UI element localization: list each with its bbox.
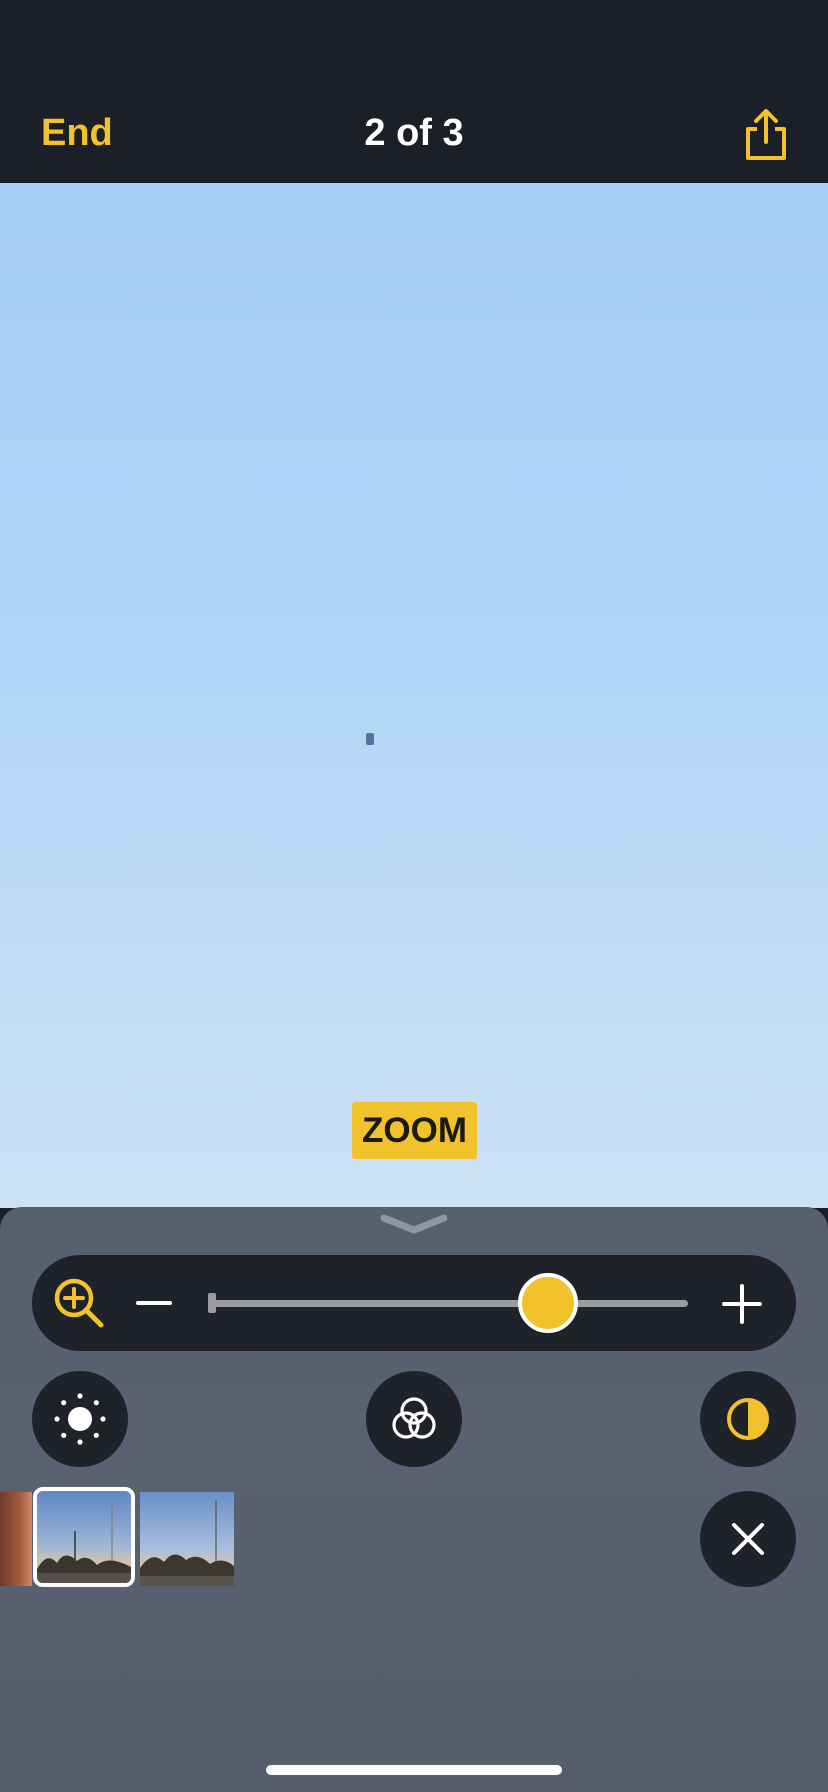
- photo-speck: [366, 733, 374, 745]
- thumbnail-current[interactable]: [33, 1487, 135, 1587]
- brightness-icon: [54, 1393, 106, 1445]
- contrast-icon: [727, 1398, 769, 1440]
- zoom-out-button[interactable]: [136, 1289, 172, 1317]
- close-button[interactable]: [700, 1491, 796, 1587]
- close-icon: [732, 1523, 764, 1555]
- zoom-label: ZOOM: [352, 1102, 477, 1159]
- page-counter: 2 of 3: [364, 112, 464, 154]
- zoom-in-button[interactable]: [722, 1284, 762, 1324]
- zoom-in-magnifier-icon: [52, 1276, 106, 1330]
- top-bar: [0, 0, 828, 183]
- zoom-slider-track[interactable]: [208, 1300, 688, 1307]
- thumbnail-previous[interactable]: [0, 1492, 32, 1586]
- home-indicator[interactable]: [266, 1765, 562, 1775]
- filters-button[interactable]: [366, 1371, 462, 1467]
- share-icon[interactable]: [742, 108, 790, 162]
- contrast-button[interactable]: [700, 1371, 796, 1467]
- thumbnail-next[interactable]: [140, 1492, 234, 1586]
- color-filters-icon: [392, 1397, 436, 1439]
- zoomed-photo[interactable]: [0, 183, 828, 1208]
- zoom-slider-min-tick: [208, 1293, 216, 1313]
- brightness-button[interactable]: [32, 1371, 128, 1467]
- collapse-chevron-icon[interactable]: [378, 1212, 450, 1236]
- zoom-slider-thumb[interactable]: [518, 1273, 578, 1333]
